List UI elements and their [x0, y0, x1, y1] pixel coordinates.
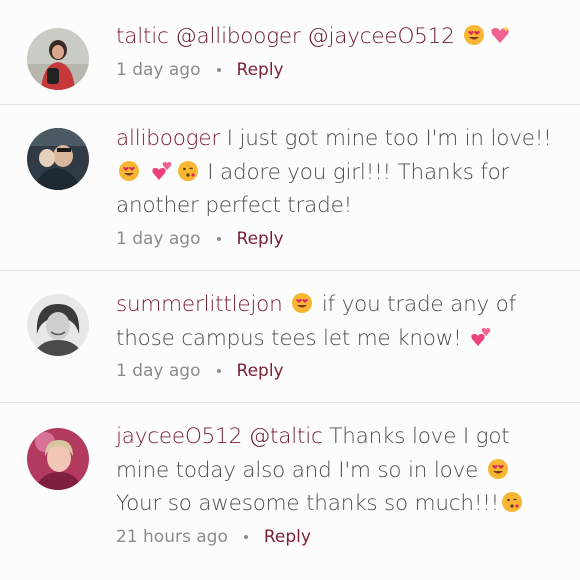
- two-hearts-emoji-icon: [151, 160, 173, 182]
- comment-text: jayceeO512 @taltic Thanks love I got min…: [116, 420, 556, 521]
- two-hearts-emoji-icon: [470, 326, 492, 348]
- comment-item: summerlittlejon if you trade any of thos…: [0, 270, 580, 403]
- comment-mentions[interactable]: @taltic: [249, 424, 323, 449]
- comment-meta: 1 day ago Reply: [116, 60, 556, 80]
- comment-item: taltic @allibooger @jayceeO512 1 day ago…: [0, 0, 580, 105]
- comment-body: Your so awesome thanks so much!!!: [116, 491, 500, 516]
- comment-item: allibooger I just got mine too I'm in lo…: [0, 104, 580, 271]
- separator-dot: [243, 534, 248, 539]
- reply-button[interactable]: Reply: [237, 361, 284, 381]
- reply-button[interactable]: Reply: [237, 60, 284, 80]
- comment-body: I adore you girl!!! Thanks for another p…: [116, 159, 510, 219]
- comment-username[interactable]: taltic: [116, 24, 169, 49]
- comment-meta: 1 day ago Reply: [116, 361, 556, 381]
- comment-meta: 1 day ago Reply: [116, 229, 556, 249]
- comment-text: taltic @allibooger @jayceeO512: [116, 20, 556, 54]
- comment-mentions[interactable]: @allibooger @jayceeO512: [175, 24, 455, 49]
- comment-username[interactable]: allibooger: [116, 126, 220, 151]
- avatar[interactable]: [27, 294, 89, 356]
- sparkling-heart-emoji-icon: [489, 24, 511, 46]
- comment-body: I just got mine too I'm in love!!: [226, 126, 552, 151]
- comment-list: taltic @allibooger @jayceeO512 1 day ago…: [0, 0, 580, 580]
- kissing-emoji-icon: [501, 491, 523, 513]
- heart-eyes-emoji-icon: [118, 160, 140, 182]
- comment-username[interactable]: summerlittlejon: [116, 292, 283, 317]
- comment-meta: 21 hours ago Reply: [116, 527, 556, 547]
- separator-dot: [216, 67, 221, 72]
- comment-text: summerlittlejon if you trade any of thos…: [116, 288, 556, 355]
- comment-timestamp: 1 day ago: [116, 59, 201, 80]
- kissing-emoji-icon: [177, 160, 199, 182]
- separator-dot: [216, 236, 221, 241]
- avatar[interactable]: [27, 28, 89, 90]
- separator-dot: [216, 369, 221, 373]
- heart-eyes-emoji-icon: [291, 292, 313, 314]
- heart-eyes-emoji-icon: [487, 458, 509, 480]
- avatar[interactable]: [27, 128, 89, 190]
- reply-button[interactable]: Reply: [237, 229, 284, 249]
- comment-item: jayceeO512 @taltic Thanks love I got min…: [0, 402, 580, 580]
- heart-eyes-emoji-icon: [463, 24, 485, 46]
- comment-timestamp: 1 day ago: [116, 228, 201, 249]
- comment-username[interactable]: jayceeO512: [116, 424, 242, 449]
- avatar[interactable]: [27, 428, 89, 490]
- comment-timestamp: 21 hours ago: [116, 526, 228, 547]
- comment-timestamp: 1 day ago: [116, 361, 201, 381]
- reply-button[interactable]: Reply: [264, 527, 311, 547]
- comment-text: allibooger I just got mine too I'm in lo…: [116, 122, 556, 223]
